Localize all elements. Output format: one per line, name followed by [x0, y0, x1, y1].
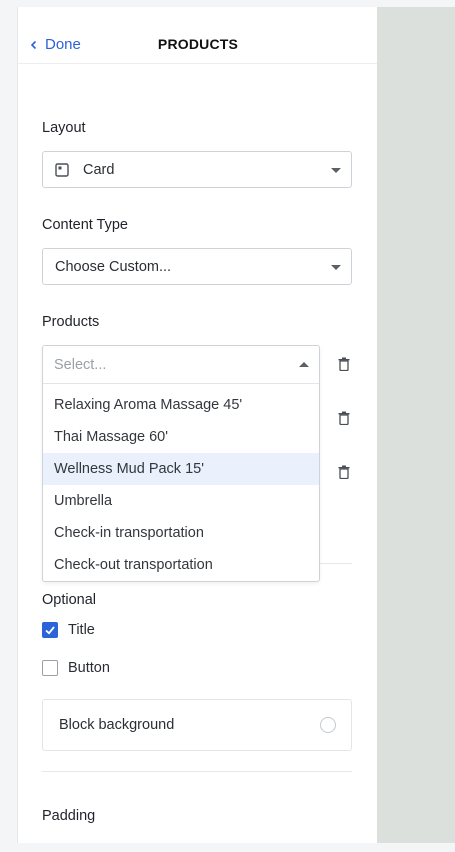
- product-option[interactable]: Check-in transportation: [43, 517, 319, 549]
- content-type-label: Content Type: [42, 217, 128, 233]
- trash-icon[interactable]: [338, 411, 350, 425]
- product-option-highlighted[interactable]: Wellness Mud Pack 15': [43, 453, 319, 485]
- title-checkbox[interactable]: [42, 622, 58, 638]
- product-option[interactable]: Umbrella: [43, 485, 319, 517]
- layout-value: Card: [83, 161, 115, 178]
- title-checkbox-row[interactable]: Title: [42, 622, 95, 638]
- preview-area: [377, 7, 455, 843]
- layout-select[interactable]: Card: [42, 151, 352, 188]
- trash-icon[interactable]: [338, 465, 350, 479]
- products-options-list: Relaxing Aroma Massage 45' Thai Massage …: [43, 384, 319, 581]
- settings-panel: Done PRODUCTS Layout Card Content Type C…: [17, 7, 377, 843]
- checkmark-icon: [45, 626, 55, 635]
- products-placeholder: Select...: [54, 356, 107, 373]
- button-checkbox[interactable]: [42, 660, 58, 676]
- panel-header: Done PRODUCTS: [18, 7, 377, 64]
- layout-label: Layout: [42, 120, 86, 136]
- button-checkbox-label: Button: [68, 660, 110, 676]
- color-picker-swatch[interactable]: [320, 717, 336, 733]
- title-checkbox-label: Title: [68, 622, 95, 638]
- product-option[interactable]: Check-out transportation: [43, 549, 319, 581]
- content-type-value: Choose Custom...: [55, 258, 172, 275]
- products-dropdown[interactable]: Select... Relaxing Aroma Massage 45' Tha…: [42, 345, 320, 582]
- chevron-up-icon: [299, 362, 309, 367]
- block-background-label: Block background: [59, 717, 175, 733]
- product-option[interactable]: Relaxing Aroma Massage 45': [43, 389, 319, 421]
- optional-label: Optional: [42, 592, 97, 608]
- trash-icon[interactable]: [338, 357, 350, 371]
- products-search-input[interactable]: Select...: [43, 346, 319, 384]
- product-option[interactable]: Thai Massage 60': [43, 421, 319, 453]
- section-divider: [42, 771, 352, 772]
- button-checkbox-row[interactable]: Button: [42, 660, 110, 676]
- chevron-down-icon: [331, 265, 341, 270]
- block-background-field[interactable]: Block background: [42, 699, 352, 751]
- products-label: Products: [42, 314, 100, 330]
- card-layout-icon: [55, 162, 69, 177]
- content-type-select[interactable]: Choose Custom...: [42, 248, 352, 285]
- chevron-down-icon: [331, 168, 341, 173]
- page-title: PRODUCTS: [157, 36, 239, 52]
- padding-label: Padding: [42, 808, 96, 824]
